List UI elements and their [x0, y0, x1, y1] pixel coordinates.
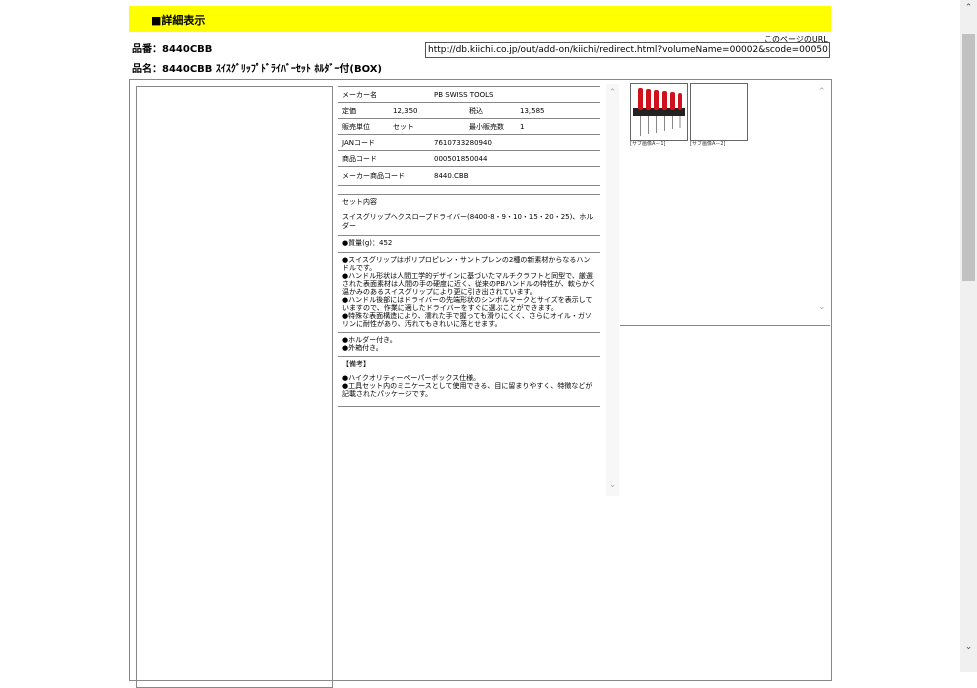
feature-line: ●特殊な表面構造により、濡れた手で握っても滑りにくく、さらにオイル・ガソリンに耐…: [342, 312, 592, 328]
scroll-up-icon[interactable]: ⌃: [606, 88, 619, 98]
sub-image-1[interactable]: [630, 83, 688, 141]
extras-block: ●ホルダー付き。 ●外箱付き。: [338, 333, 600, 357]
product-number: 品番：8440CBB: [132, 44, 213, 55]
scroll-down-icon[interactable]: ⌄: [606, 480, 619, 490]
spec-row-price: 定価 12,350 税込 13,585: [338, 103, 600, 119]
extra-line: ●外箱付き。: [342, 344, 383, 352]
feature-line: ●スイスグリップはポリプロピレン・サントプレンの2種の新素材からなるハンドルです…: [342, 256, 591, 272]
main-image-frame: [136, 86, 333, 688]
spec-label: 商品コード: [342, 154, 377, 163]
spec-row-jan: JANコード 7610733280940: [338, 135, 600, 151]
spec-row-unit: 販売単位 セット 最小販売数 1: [338, 119, 600, 135]
spec-row-maker: メーカー名 PB SWISS TOOLS: [338, 86, 600, 103]
sub-scroll-up-icon[interactable]: ⌃: [818, 87, 826, 97]
spec-label: 税込: [469, 106, 483, 115]
page-title: ■詳細表示: [151, 14, 206, 27]
remarks-block: 【備考】 ●ハイクオリティーペーパーボックス仕様。 ●工具セット内のミニケースと…: [338, 357, 600, 407]
weight-text: ●質量(g)：452: [342, 239, 393, 247]
remarks-title: 【備考】: [342, 360, 370, 368]
product-name: 品名：8440CBB ｽｲｽｸﾞﾘｯﾌﾟﾄﾞﾗｲﾊﾞｰｾｯﾄ ﾎﾙﾀﾞｰ付(BO…: [132, 64, 382, 75]
set-content-body: スイスグリップヘクスロープドライバー(8400-8・9・10・15・20・25)…: [342, 213, 594, 230]
weight-block: ●質量(g)：452: [338, 236, 600, 253]
spec-value: PB SWISS TOOLS: [434, 90, 494, 99]
spec-row-code: 商品コード 000501850044: [338, 151, 600, 167]
spec-label: メーカー名: [342, 90, 377, 99]
extra-line: ●ホルダー付き。: [342, 336, 397, 344]
spec-label: JANコード: [342, 138, 375, 147]
page-scroll-thumb[interactable]: [962, 34, 975, 281]
page-scroll-up-icon[interactable]: ⌃: [960, 3, 977, 13]
remark-line: ●ハイクオリティーペーパーボックス仕様。: [342, 374, 481, 382]
spec-value: セット: [393, 122, 414, 131]
spec-panel: メーカー名 PB SWISS TOOLS 定価 12,350 税込 13,585…: [338, 84, 600, 407]
page-url-field[interactable]: http://db.kiichi.co.jp/out/add-on/kiichi…: [425, 42, 830, 58]
spec-label: 最小販売数: [469, 122, 504, 131]
spec-scrollbar[interactable]: ⌃ ⌄: [606, 84, 619, 496]
feature-line: ●ハンドル後部にはドライバーの先端形状のシンボルマークとサイズを表示していますの…: [342, 296, 593, 312]
set-content-block: セット内容 スイスグリップヘクスロープドライバー(8400-8・9・10・15・…: [338, 194, 600, 236]
spec-label: 販売単位: [342, 122, 370, 131]
feature-line: ●ハンドル形状は人間工学的デザインに基づいたマルチクラフトと同型で、厳選された表…: [342, 272, 596, 296]
screwdriver-set-image: [633, 88, 685, 136]
features-block: ●スイスグリップはポリプロピレン・サントプレンの2種の新素材からなるハンドルです…: [338, 253, 600, 333]
spec-value: 13,585: [520, 106, 545, 115]
sub-image-caption: [サブ画像A－2]: [690, 141, 726, 147]
set-content-title: セット内容: [342, 198, 377, 206]
spec-value: 000501850044: [434, 154, 488, 163]
sub-image-2[interactable]: [690, 83, 748, 141]
spec-row-maker-code: メーカー商品コード 8440.CBB: [338, 167, 600, 186]
spec-label: メーカー商品コード: [342, 172, 405, 180]
page-scroll-down-icon[interactable]: ⌄: [960, 642, 977, 652]
spec-value: 1: [520, 122, 525, 131]
sub-image-panel: [サブ画像A－1] [サブ画像A－2]: [620, 80, 830, 326]
header-bar: ■詳細表示: [129, 6, 831, 32]
screwdriver-handles: [638, 88, 682, 110]
spec-value: 7610733280940: [434, 138, 492, 147]
sub-scroll-down-icon[interactable]: ⌄: [818, 302, 826, 312]
sub-image-caption: [サブ画像A－1]: [630, 141, 666, 147]
page-scrollbar[interactable]: ⌃ ⌄: [960, 0, 977, 672]
spec-value: 12,350: [393, 106, 418, 115]
spec-value: 8440.CBB: [434, 172, 469, 180]
remark-line: ●工具セット内のミニケースとして使用できる、目に留まりやすく、特徴などが記載され…: [342, 382, 593, 398]
spec-label: 定価: [342, 106, 356, 115]
